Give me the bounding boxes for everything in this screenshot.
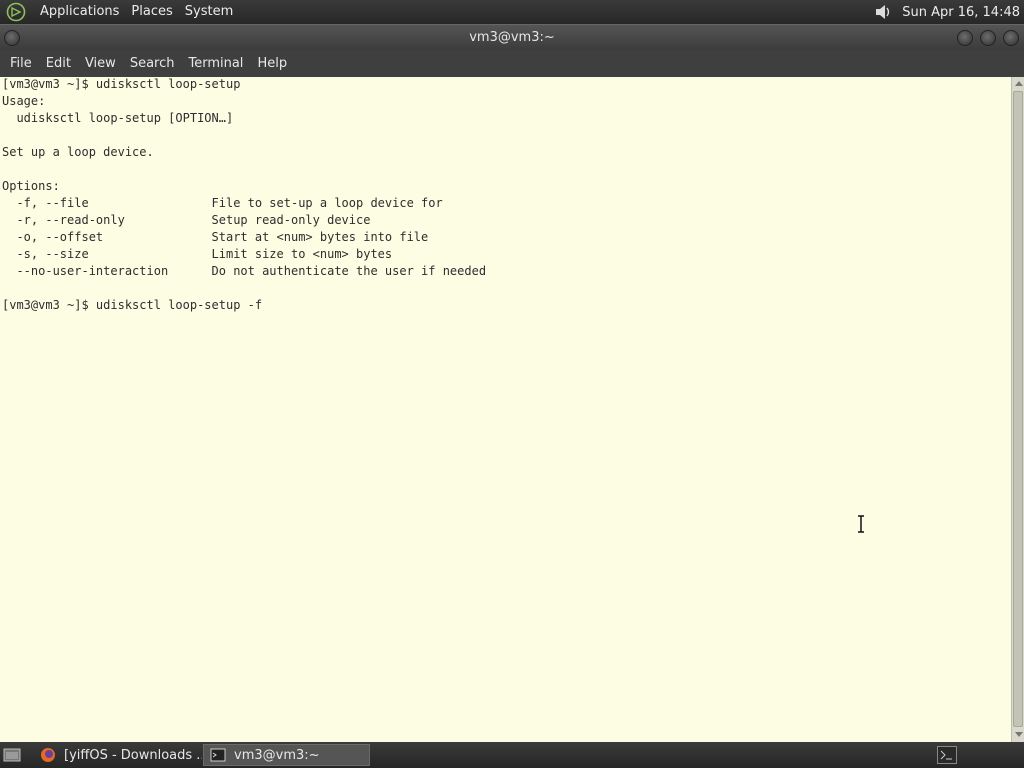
volume-icon[interactable] — [872, 1, 894, 23]
scrollbar-thumb[interactable] — [1013, 91, 1023, 727]
show-desktop-icon[interactable] — [3, 747, 21, 763]
terminal-area[interactable]: [vm3@vm3 ~]$ udisksctl loop-setup Usage: … — [0, 77, 1011, 742]
panel-menu-places[interactable]: Places — [125, 0, 178, 24]
terminal-line: -r, --read-only Setup read-only device — [2, 213, 371, 227]
close-button[interactable] — [1003, 30, 1019, 46]
terminal-tray-icon[interactable] — [937, 746, 957, 764]
distro-logo-icon[interactable] — [5, 1, 27, 23]
ibeam-cursor-icon — [858, 515, 864, 533]
menu-file[interactable]: File — [3, 50, 39, 77]
window-title: vm3@vm3:~ — [469, 30, 555, 45]
menu-search[interactable]: Search — [123, 50, 182, 77]
taskbar-task-label: [yiffOS - Downloads ... — [64, 747, 202, 763]
panel-menu-system[interactable]: System — [179, 0, 239, 24]
terminal-line: --no-user-interaction Do not authenticat… — [2, 264, 487, 278]
terminal-line: -o, --offset Start at <num> bytes into f… — [2, 230, 429, 244]
terminal-line: Options: — [2, 179, 60, 193]
window-titlebar[interactable]: vm3@vm3:~ — [0, 24, 1024, 50]
terminal-line: -f, --file File to set-up a loop device … — [2, 196, 443, 210]
bottom-taskbar: [yiffOS - Downloads ... vm3@vm3:~ — [0, 742, 1024, 768]
scroll-down-icon[interactable] — [1015, 732, 1023, 737]
terminal-line: -s, --size Limit size to <num> bytes — [2, 247, 393, 261]
panel-clock[interactable]: Sun Apr 16, 14:48 — [902, 5, 1020, 20]
terminal-output[interactable]: [vm3@vm3 ~]$ udisksctl loop-setup Usage: … — [0, 77, 486, 314]
terminal-scrollbar[interactable] — [1011, 77, 1024, 742]
menu-terminal[interactable]: Terminal — [181, 50, 250, 77]
terminal-line: udisksctl loop-setup [OPTION…] — [2, 111, 234, 125]
scroll-up-icon[interactable] — [1015, 81, 1023, 86]
taskbar-task-label: vm3@vm3:~ — [234, 747, 320, 763]
menu-help[interactable]: Help — [250, 50, 294, 77]
terminal-prompt-line: [vm3@vm3 ~]$ udisksctl loop-setup -f — [2, 298, 263, 312]
firefox-icon — [41, 748, 55, 762]
menu-edit[interactable]: Edit — [39, 50, 78, 77]
menu-view[interactable]: View — [78, 50, 123, 77]
minimize-button[interactable] — [957, 30, 973, 46]
window-menu-button[interactable] — [4, 30, 20, 46]
panel-tray: Sun Apr 16, 14:48 — [872, 1, 1024, 23]
terminal-line: Usage: — [2, 94, 46, 108]
taskbar-task-terminal[interactable]: vm3@vm3:~ — [203, 744, 370, 766]
terminal-line: [vm3@vm3 ~]$ udisksctl loop-setup — [2, 77, 241, 91]
panel-menu-applications[interactable]: Applications — [34, 0, 125, 24]
maximize-button[interactable] — [980, 30, 996, 46]
terminal-menubar: File Edit View Search Terminal Help — [0, 50, 1024, 77]
terminal-icon — [210, 748, 226, 762]
terminal-line: Set up a loop device. — [2, 145, 154, 159]
taskbar-task-browser[interactable]: [yiffOS - Downloads ... — [34, 744, 202, 766]
top-panel: Applications Places System Sun Apr 16, 1… — [0, 0, 1024, 24]
